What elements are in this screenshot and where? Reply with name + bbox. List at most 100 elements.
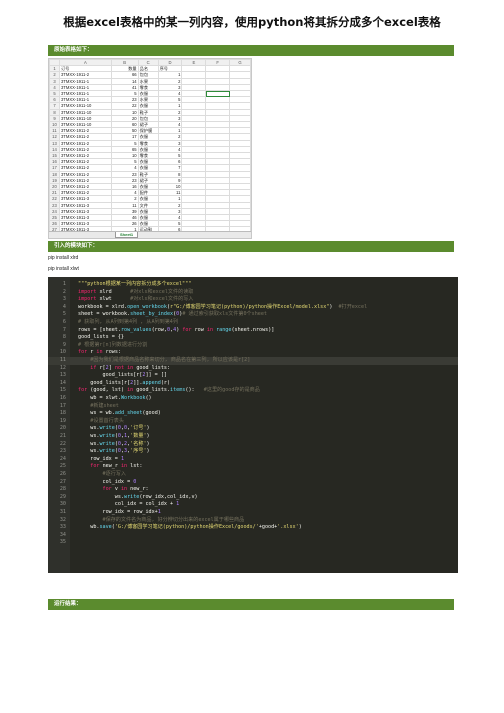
- code-token: (good, lst): [90, 387, 128, 394]
- code-token: write: [99, 448, 115, 455]
- code-token: Workbook: [120, 395, 146, 401]
- code-token: rows = [sheet.: [78, 326, 121, 333]
- code-token: write: [99, 440, 115, 447]
- line-number: 29: [59, 493, 66, 500]
- code-token: """python根据某一列内容拆分成多个excel""": [78, 281, 192, 287]
- code-token: # 获取列, 从A列到第4列 , 从A列到第4列: [78, 319, 178, 325]
- code-text: good_lists[r[2]] = []: [78, 372, 167, 380]
- code-token: not in: [114, 364, 137, 371]
- code-token: 1: [120, 455, 125, 462]
- code-token: row: [194, 326, 207, 333]
- code-token: for: [182, 326, 195, 333]
- code-token: xlwt: [99, 296, 131, 303]
- line-number: 7: [62, 326, 66, 333]
- code-text: sheet = workbook.sheet_by_index(0)# 通过索引…: [78, 311, 267, 319]
- line-number: 31: [59, 509, 66, 515]
- section-original-table: 原始表格如下：: [48, 45, 454, 56]
- section-imports: 引入的模块如下：: [48, 241, 454, 252]
- code-token: ws.: [78, 433, 100, 439]
- code-text: ws.write(0,0,'订号'): [78, 425, 149, 433]
- code-token: #逐行写入: [102, 471, 126, 477]
- line-number: 32: [59, 516, 66, 523]
- line-number: 23: [59, 448, 66, 455]
- code-line: 25 for new_r in lst:: [48, 463, 458, 471]
- code-line: 13 good_lists[r[2]] = []: [48, 372, 458, 380]
- line-number: 11: [59, 357, 66, 363]
- line-number: 33: [59, 524, 66, 531]
- code-line: 10 for r in rows:: [48, 349, 458, 357]
- code-token: 0: [133, 478, 137, 485]
- code-token: sheet = workbook.: [78, 311, 131, 318]
- code-token: (sheet.nrows)]: [231, 326, 275, 333]
- code-line: 35: [48, 539, 458, 547]
- line-number: 26: [59, 471, 66, 477]
- code-token: ws.: [78, 425, 100, 432]
- line-number: 3: [62, 296, 66, 303]
- code-token: in: [120, 486, 131, 493]
- code-token: #设置首行表头: [90, 417, 124, 424]
- code-text: """python根据某一列内容拆分成多个excel""": [78, 281, 191, 289]
- line-number: 15: [59, 387, 66, 394]
- code-text: good_lists = {}: [78, 334, 124, 342]
- code-token: # 通过索引获取xls文件第0个sheet: [182, 311, 267, 318]
- code-token: for: [90, 463, 103, 470]
- code-token: write: [99, 425, 115, 432]
- code-token: in: [120, 463, 131, 470]
- code-line: 12 if r[2] not in good_lists:: [48, 365, 458, 373]
- excel-grid: A B C D E F G 1 订号 数量 品名 序号 2 3TMXX-1911-2 66 包包 1 3 3TMXX…: [49, 59, 251, 234]
- code-token: items: [170, 387, 186, 394]
- code-text: col_idx = 0: [78, 478, 137, 487]
- excel-screenshot: A B C D E F G 1 订号 数量 品名 序号 2 3TMXX-1911-2 66 包包 1 3 3TMXX…: [48, 58, 252, 239]
- code-token: append: [142, 379, 161, 386]
- code-token: for: [102, 486, 115, 493]
- line-number: 12: [59, 364, 66, 371]
- code-line: 18 ws = wb.add_sheet(good): [48, 410, 458, 418]
- code-line: 9 # 根据第r[n]列数据进行分割: [48, 342, 458, 350]
- line-number: 24: [59, 455, 66, 462]
- code-token: (row,: [151, 326, 167, 333]
- code-editor: 1 """python根据某一列内容拆分成多个excel""" 2 import xl…: [48, 277, 458, 573]
- code-token: 1: [157, 509, 161, 515]
- page-title: 根据excel表格中的某一列内容，使用python将其拆分成多个excel表格: [63, 15, 441, 29]
- code-token: #对xls和excel文件的读取: [130, 288, 194, 295]
- code-token: open_workbook: [127, 303, 167, 310]
- code-text: # 根据第r[n]列数据进行分割: [78, 342, 147, 350]
- code-token: sheet_by_index: [130, 311, 174, 318]
- line-number: 19: [59, 417, 66, 424]
- code-text: #新建sheet: [78, 403, 119, 411]
- code-text: ws.write(0,3,'序号'): [78, 448, 149, 456]
- code-token: add_sheet: [114, 410, 143, 417]
- code-token: in: [206, 326, 217, 333]
- code-token: for: [78, 387, 91, 394]
- code-line: 33 wb.save('G:/博客园学习笔记(python)/python操作E…: [48, 524, 458, 532]
- code-token: good_lists[r[: [78, 379, 131, 386]
- line-number: 6: [62, 319, 66, 325]
- code-token: xlrd: [99, 288, 131, 295]
- code-line: 5 sheet = workbook.sheet_by_index(0)# 通过索…: [48, 311, 458, 319]
- code-token: 'G:/博客园学习笔记(python)/python操作Excel/goods/…: [114, 524, 259, 531]
- code-text: ws = wb.add_sheet(good): [78, 410, 161, 418]
- code-token: #因为我们是根据商品名称来切分, 商品名在第三列, 所以应该是r[2]: [90, 357, 251, 363]
- code-token: rows:: [105, 349, 121, 356]
- code-token: for: [78, 349, 91, 356]
- code-token: col_idx = col_idx +: [78, 501, 177, 508]
- code-line: 11 #因为我们是根据商品名称来切分, 商品名在第三列, 所以应该是r[2]: [48, 357, 458, 365]
- line-number: 34: [59, 531, 66, 538]
- code-token: ws.: [78, 493, 125, 500]
- line-number: 1: [62, 281, 66, 287]
- code-token: r"G:/博客园学习笔记(python)/python操作Excel/model…: [170, 303, 330, 310]
- code-token: range: [216, 326, 232, 333]
- code-line: 27 col_idx = 0: [48, 479, 458, 487]
- code-text: row_idx = row_idx+1: [78, 509, 161, 517]
- line-number: 14: [59, 379, 66, 386]
- sheet-tab[interactable]: Sheet1: [115, 232, 139, 238]
- code-line: 34: [48, 532, 458, 540]
- line-number: 4: [62, 303, 66, 310]
- line-number: 20: [59, 425, 66, 432]
- code-token: # 根据第r[n]列数据进行分割: [78, 341, 148, 348]
- code-token: new_r:: [130, 486, 149, 493]
